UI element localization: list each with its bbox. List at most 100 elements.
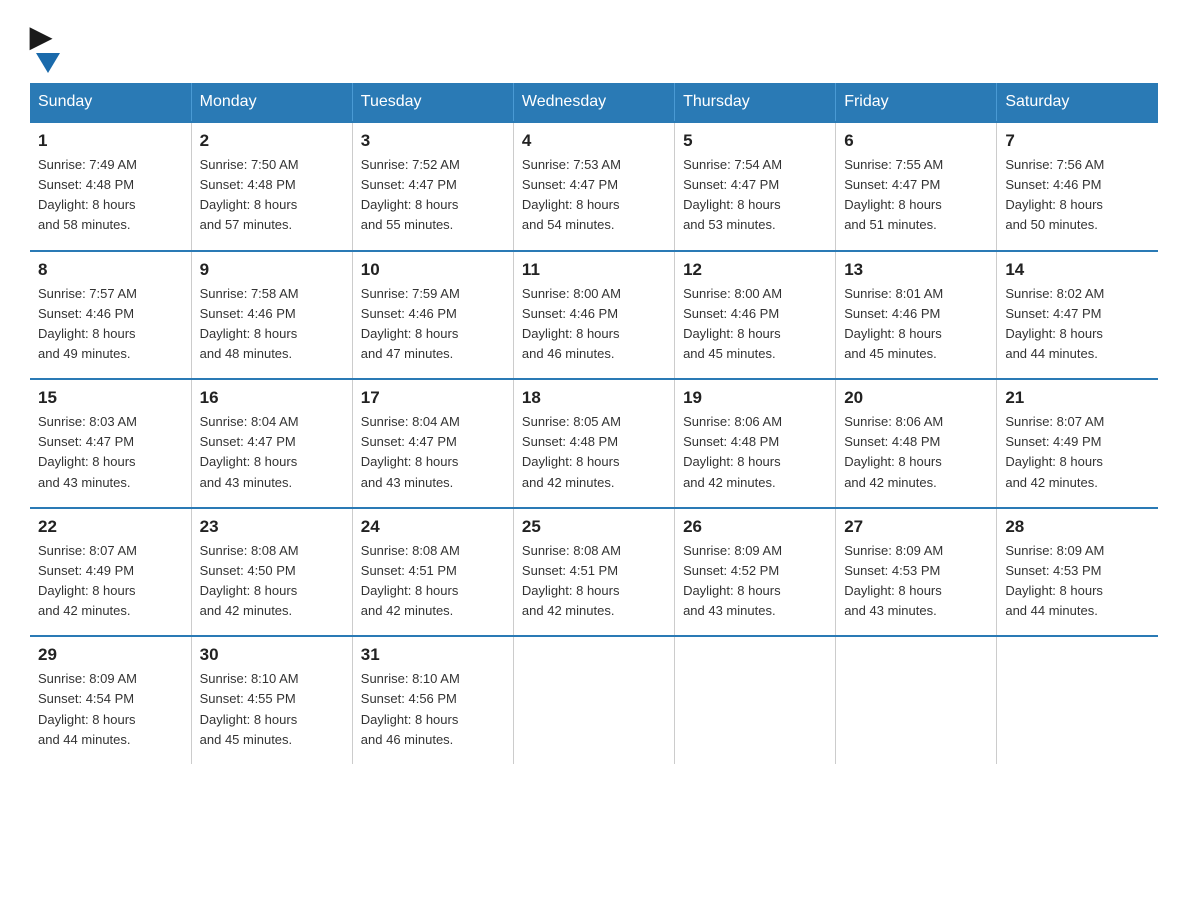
calendar-day-cell: 30 Sunrise: 8:10 AMSunset: 4:55 PMDaylig…	[191, 636, 352, 764]
calendar-day-cell: 16 Sunrise: 8:04 AMSunset: 4:47 PMDaylig…	[191, 379, 352, 508]
day-info: Sunrise: 8:09 AMSunset: 4:53 PMDaylight:…	[1005, 541, 1150, 622]
calendar-table: SundayMondayTuesdayWednesdayThursdayFrid…	[30, 83, 1158, 764]
day-number: 1	[38, 131, 183, 151]
calendar-day-cell: 17 Sunrise: 8:04 AMSunset: 4:47 PMDaylig…	[352, 379, 513, 508]
day-info: Sunrise: 8:06 AMSunset: 4:48 PMDaylight:…	[844, 412, 988, 493]
day-info: Sunrise: 8:02 AMSunset: 4:47 PMDaylight:…	[1005, 284, 1150, 365]
day-info: Sunrise: 8:00 AMSunset: 4:46 PMDaylight:…	[522, 284, 666, 365]
calendar-week-row: 29 Sunrise: 8:09 AMSunset: 4:54 PMDaylig…	[30, 636, 1158, 764]
day-number: 2	[200, 131, 344, 151]
day-info: Sunrise: 8:10 AMSunset: 4:55 PMDaylight:…	[200, 669, 344, 750]
calendar-day-cell: 10 Sunrise: 7:59 AMSunset: 4:46 PMDaylig…	[352, 251, 513, 380]
day-info: Sunrise: 8:03 AMSunset: 4:47 PMDaylight:…	[38, 412, 183, 493]
calendar-day-cell	[836, 636, 997, 764]
day-number: 22	[38, 517, 183, 537]
day-info: Sunrise: 7:56 AMSunset: 4:46 PMDaylight:…	[1005, 155, 1150, 236]
calendar-day-cell: 22 Sunrise: 8:07 AMSunset: 4:49 PMDaylig…	[30, 508, 191, 637]
day-info: Sunrise: 7:55 AMSunset: 4:47 PMDaylight:…	[844, 155, 988, 236]
calendar-day-cell: 4 Sunrise: 7:53 AMSunset: 4:47 PMDayligh…	[513, 122, 674, 251]
day-number: 13	[844, 260, 988, 280]
calendar-day-cell: 14 Sunrise: 8:02 AMSunset: 4:47 PMDaylig…	[997, 251, 1158, 380]
day-info: Sunrise: 8:00 AMSunset: 4:46 PMDaylight:…	[683, 284, 827, 365]
calendar-day-cell: 3 Sunrise: 7:52 AMSunset: 4:47 PMDayligh…	[352, 122, 513, 251]
day-number: 12	[683, 260, 827, 280]
weekday-header-monday: Monday	[191, 83, 352, 122]
day-number: 18	[522, 388, 666, 408]
day-number: 11	[522, 260, 666, 280]
calendar-week-row: 1 Sunrise: 7:49 AMSunset: 4:48 PMDayligh…	[30, 122, 1158, 251]
day-info: Sunrise: 8:04 AMSunset: 4:47 PMDaylight:…	[200, 412, 344, 493]
calendar-day-cell: 15 Sunrise: 8:03 AMSunset: 4:47 PMDaylig…	[30, 379, 191, 508]
day-number: 14	[1005, 260, 1150, 280]
calendar-day-cell: 19 Sunrise: 8:06 AMSunset: 4:48 PMDaylig…	[675, 379, 836, 508]
weekday-header-row: SundayMondayTuesdayWednesdayThursdayFrid…	[30, 83, 1158, 122]
weekday-header-wednesday: Wednesday	[513, 83, 674, 122]
calendar-week-row: 22 Sunrise: 8:07 AMSunset: 4:49 PMDaylig…	[30, 508, 1158, 637]
day-number: 30	[200, 645, 344, 665]
page-header: ▶	[30, 20, 1158, 73]
day-info: Sunrise: 8:08 AMSunset: 4:50 PMDaylight:…	[200, 541, 344, 622]
logo-blue-text	[30, 53, 60, 73]
calendar-day-cell: 27 Sunrise: 8:09 AMSunset: 4:53 PMDaylig…	[836, 508, 997, 637]
day-info: Sunrise: 8:01 AMSunset: 4:46 PMDaylight:…	[844, 284, 988, 365]
calendar-day-cell: 28 Sunrise: 8:09 AMSunset: 4:53 PMDaylig…	[997, 508, 1158, 637]
day-info: Sunrise: 7:54 AMSunset: 4:47 PMDaylight:…	[683, 155, 827, 236]
day-number: 9	[200, 260, 344, 280]
logo: ▶	[30, 20, 60, 73]
calendar-day-cell: 9 Sunrise: 7:58 AMSunset: 4:46 PMDayligh…	[191, 251, 352, 380]
day-info: Sunrise: 8:08 AMSunset: 4:51 PMDaylight:…	[522, 541, 666, 622]
calendar-day-cell: 25 Sunrise: 8:08 AMSunset: 4:51 PMDaylig…	[513, 508, 674, 637]
calendar-day-cell: 13 Sunrise: 8:01 AMSunset: 4:46 PMDaylig…	[836, 251, 997, 380]
day-number: 19	[683, 388, 827, 408]
day-info: Sunrise: 8:09 AMSunset: 4:52 PMDaylight:…	[683, 541, 827, 622]
day-number: 27	[844, 517, 988, 537]
day-number: 28	[1005, 517, 1150, 537]
day-number: 21	[1005, 388, 1150, 408]
day-number: 3	[361, 131, 505, 151]
day-info: Sunrise: 8:08 AMSunset: 4:51 PMDaylight:…	[361, 541, 505, 622]
day-info: Sunrise: 8:09 AMSunset: 4:53 PMDaylight:…	[844, 541, 988, 622]
day-number: 15	[38, 388, 183, 408]
day-number: 24	[361, 517, 505, 537]
day-info: Sunrise: 8:09 AMSunset: 4:54 PMDaylight:…	[38, 669, 183, 750]
day-number: 6	[844, 131, 988, 151]
weekday-header-friday: Friday	[836, 83, 997, 122]
calendar-day-cell	[675, 636, 836, 764]
day-info: Sunrise: 8:05 AMSunset: 4:48 PMDaylight:…	[522, 412, 666, 493]
calendar-day-cell: 7 Sunrise: 7:56 AMSunset: 4:46 PMDayligh…	[997, 122, 1158, 251]
day-info: Sunrise: 7:57 AMSunset: 4:46 PMDaylight:…	[38, 284, 183, 365]
calendar-day-cell: 8 Sunrise: 7:57 AMSunset: 4:46 PMDayligh…	[30, 251, 191, 380]
day-number: 8	[38, 260, 183, 280]
weekday-header-saturday: Saturday	[997, 83, 1158, 122]
day-number: 31	[361, 645, 505, 665]
day-info: Sunrise: 7:49 AMSunset: 4:48 PMDaylight:…	[38, 155, 183, 236]
day-info: Sunrise: 7:52 AMSunset: 4:47 PMDaylight:…	[361, 155, 505, 236]
calendar-day-cell: 6 Sunrise: 7:55 AMSunset: 4:47 PMDayligh…	[836, 122, 997, 251]
day-number: 16	[200, 388, 344, 408]
day-info: Sunrise: 8:10 AMSunset: 4:56 PMDaylight:…	[361, 669, 505, 750]
day-number: 26	[683, 517, 827, 537]
calendar-day-cell: 23 Sunrise: 8:08 AMSunset: 4:50 PMDaylig…	[191, 508, 352, 637]
day-info: Sunrise: 7:58 AMSunset: 4:46 PMDaylight:…	[200, 284, 344, 365]
day-info: Sunrise: 8:07 AMSunset: 4:49 PMDaylight:…	[1005, 412, 1150, 493]
day-number: 10	[361, 260, 505, 280]
day-number: 5	[683, 131, 827, 151]
calendar-day-cell: 24 Sunrise: 8:08 AMSunset: 4:51 PMDaylig…	[352, 508, 513, 637]
calendar-day-cell: 21 Sunrise: 8:07 AMSunset: 4:49 PMDaylig…	[997, 379, 1158, 508]
calendar-day-cell: 31 Sunrise: 8:10 AMSunset: 4:56 PMDaylig…	[352, 636, 513, 764]
calendar-day-cell: 1 Sunrise: 7:49 AMSunset: 4:48 PMDayligh…	[30, 122, 191, 251]
weekday-header-sunday: Sunday	[30, 83, 191, 122]
calendar-day-cell	[513, 636, 674, 764]
calendar-day-cell: 18 Sunrise: 8:05 AMSunset: 4:48 PMDaylig…	[513, 379, 674, 508]
day-info: Sunrise: 7:53 AMSunset: 4:47 PMDaylight:…	[522, 155, 666, 236]
logo-triangle-icon	[36, 53, 60, 73]
calendar-day-cell: 2 Sunrise: 7:50 AMSunset: 4:48 PMDayligh…	[191, 122, 352, 251]
day-info: Sunrise: 8:06 AMSunset: 4:48 PMDaylight:…	[683, 412, 827, 493]
calendar-day-cell	[997, 636, 1158, 764]
day-number: 20	[844, 388, 988, 408]
day-info: Sunrise: 8:04 AMSunset: 4:47 PMDaylight:…	[361, 412, 505, 493]
weekday-header-tuesday: Tuesday	[352, 83, 513, 122]
day-info: Sunrise: 7:59 AMSunset: 4:46 PMDaylight:…	[361, 284, 505, 365]
calendar-day-cell: 26 Sunrise: 8:09 AMSunset: 4:52 PMDaylig…	[675, 508, 836, 637]
calendar-day-cell: 12 Sunrise: 8:00 AMSunset: 4:46 PMDaylig…	[675, 251, 836, 380]
